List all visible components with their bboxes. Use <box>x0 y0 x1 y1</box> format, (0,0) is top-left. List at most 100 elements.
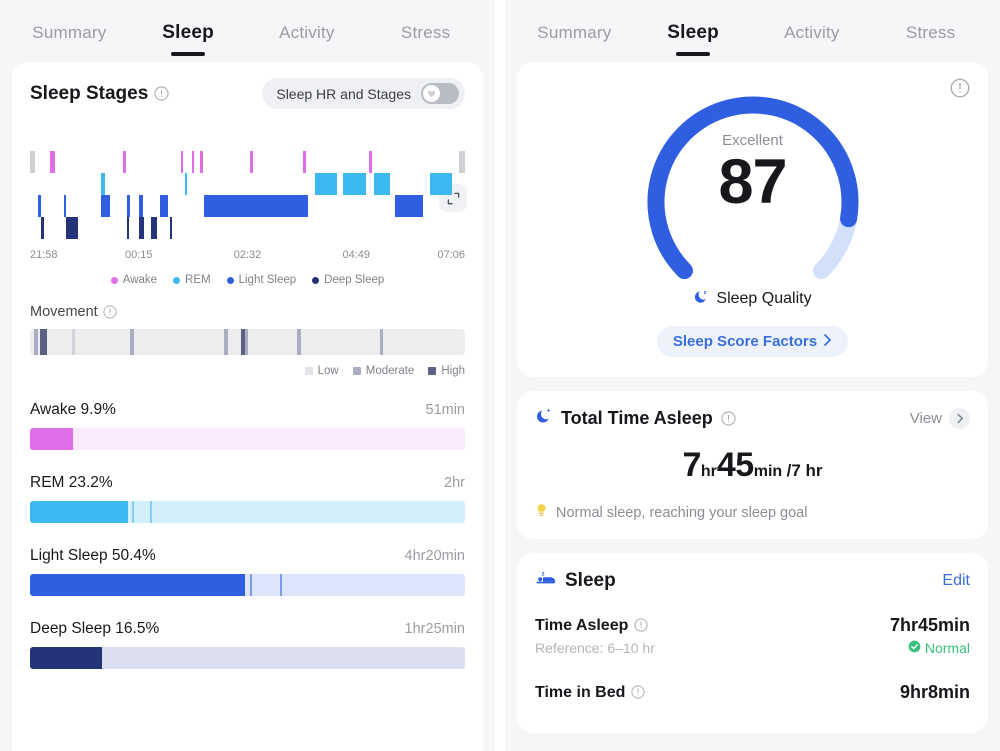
sleep-detail-header: z Sleep Edit <box>535 569 970 593</box>
bed-sleep-icon: z <box>535 569 557 593</box>
factors-row: Sleep Score Factors <box>517 316 988 357</box>
status-label: Normal <box>924 640 970 656</box>
movement-legend-item: Low <box>304 365 339 377</box>
sleep-quality-label-row: z Sleep Quality <box>623 288 883 310</box>
legend-label: Low <box>317 365 339 377</box>
stage-progress-fill <box>30 574 246 596</box>
hours-value: 7 <box>682 446 701 484</box>
stage-progress-fill <box>30 428 74 450</box>
stage-header: REM 23.2% 2hr <box>30 474 465 492</box>
hypnogram-segment <box>66 217 79 239</box>
sleep-hr-stages-toggle[interactable]: Sleep HR and Stages <box>262 78 465 109</box>
view-label: View <box>909 410 942 427</box>
time-in-bed-main: Time in Bed 9hr8min <box>535 682 970 703</box>
stage-progress-tick <box>280 574 283 596</box>
total-time-title-text: Total Time Asleep <box>561 408 713 428</box>
tab-stress[interactable]: Stress <box>366 19 485 43</box>
legend-dot <box>226 276 234 284</box>
tab-activity[interactable]: Activity <box>248 19 367 43</box>
legend-dot <box>312 276 320 284</box>
tab-label: Activity <box>279 23 335 42</box>
info-icon[interactable] <box>721 411 736 426</box>
stage-duration: 4hr20min <box>404 548 465 564</box>
movement-bar <box>43 329 48 355</box>
hypnogram-chart[interactable] <box>30 151 465 243</box>
hypnogram-segment <box>373 173 390 195</box>
tab-label: Sleep <box>667 22 719 43</box>
stage-progress-fill <box>30 501 128 523</box>
tab-label: Summary <box>537 23 612 42</box>
sleep-detail-card: z Sleep Edit Time Asleep 7hr45min Refere… <box>517 553 988 733</box>
tab-label: Activity <box>784 23 840 42</box>
movement-bar <box>71 329 75 355</box>
stage-breakdown-item: Awake 9.9% 51min <box>30 401 465 450</box>
stage-progress-track <box>30 574 465 596</box>
movement-label: Movement <box>30 304 465 320</box>
hypnogram-segment <box>126 217 129 239</box>
total-time-note-text: Normal sleep, reaching your sleep goal <box>556 505 808 521</box>
total-time-asleep-card: Total Time Asleep View 7hr45min /7 hr No… <box>517 391 988 539</box>
legend-dot <box>173 276 181 284</box>
info-icon[interactable] <box>634 618 649 633</box>
stage-progress-tick <box>249 574 252 596</box>
tab-summary[interactable]: Summary <box>10 19 129 43</box>
info-icon[interactable] <box>154 86 169 101</box>
stage-progress-track <box>30 647 465 669</box>
total-time-title: Total Time Asleep <box>535 407 736 430</box>
info-icon[interactable] <box>103 304 118 320</box>
info-icon[interactable] <box>631 685 646 700</box>
stage-name: Awake 9.9% <box>30 401 116 418</box>
toggle-switch[interactable] <box>421 83 459 104</box>
hypnogram-segment <box>250 151 253 173</box>
left-panel: Summary Sleep Activity Stress Sleep Stag… <box>0 0 495 751</box>
hypnogram-segment <box>50 151 55 173</box>
sleep-score-ring: Excellent 87 z Sleep Quality <box>623 84 883 316</box>
panel-divider <box>495 0 505 751</box>
sleep-stages-card: Sleep Stages Sleep HR and Stages 21:58 0… <box>12 62 483 751</box>
tab-sleep[interactable]: Sleep <box>634 18 753 56</box>
view-link[interactable]: View <box>910 408 970 429</box>
movement-label-text: Movement <box>30 304 98 320</box>
hypnogram-segment <box>40 217 45 239</box>
hypnogram-segment <box>191 151 195 173</box>
tab-label: Stress <box>400 23 451 42</box>
sleep-score-factors-button[interactable]: Sleep Score Factors <box>656 326 849 357</box>
legend-label: Moderate <box>365 365 415 377</box>
tab-sleep[interactable]: Sleep <box>129 18 248 56</box>
movement-bar <box>224 329 228 355</box>
hypnogram-segment <box>63 195 67 217</box>
sleep-detail-title-text: Sleep <box>565 570 616 591</box>
sleep-stages-title: Sleep Stages <box>30 83 169 105</box>
tab-stress[interactable]: Stress <box>871 19 990 43</box>
hypnogram-segment <box>185 173 188 195</box>
hypnogram-segment <box>180 151 184 173</box>
legend-label: REM <box>185 274 211 286</box>
time-asleep-main: Time Asleep 7hr45min <box>535 615 970 636</box>
stage-progress-track <box>30 428 465 450</box>
edit-button[interactable]: Edit <box>942 572 970 590</box>
stage-breakdown-list: Awake 9.9% 51min REM 23.2% 2hr Light Sleep 5… <box>30 401 465 669</box>
stage-duration: 1hr25min <box>404 621 465 637</box>
sleep-stage-legend: Awake REM Light Sleep Deep Sleep <box>30 274 465 286</box>
hypnogram-segment <box>303 151 307 173</box>
time-in-bed-value: 9hr8min <box>899 682 970 702</box>
legend-label: Awake <box>122 274 158 286</box>
legend-swatch <box>352 367 361 375</box>
movement-bar <box>379 329 384 355</box>
warning-circle-icon[interactable] <box>950 78 970 103</box>
movement-track[interactable] <box>30 329 465 355</box>
time-asleep-key-text: Time Asleep <box>535 616 629 634</box>
hypnogram-segment <box>37 195 41 217</box>
hypnogram-segment <box>138 217 145 239</box>
legend-label: High <box>441 365 465 377</box>
tab-summary[interactable]: Summary <box>515 19 634 43</box>
tab-activity[interactable]: Activity <box>753 19 872 43</box>
total-time-value: 7hr45min /7 hr <box>535 446 970 485</box>
chevron-right-icon <box>823 333 832 350</box>
time-in-bed-key: Time in Bed <box>535 684 646 702</box>
hypnogram-segment <box>394 195 424 217</box>
axis-tick-label: 07:06 <box>437 249 465 261</box>
sleep-quality-label: Sleep Quality <box>716 290 812 307</box>
time-asleep-value: 7hr45min <box>889 615 970 635</box>
sleep-score-factors-label: Sleep Score Factors <box>672 333 818 350</box>
